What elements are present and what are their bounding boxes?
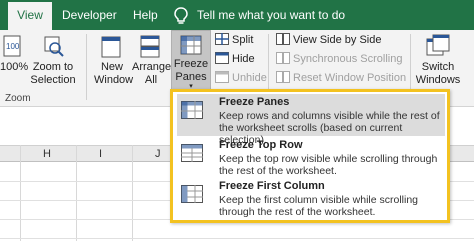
menu-item-title: Freeze Panes [219, 96, 290, 108]
zoom-group-label: Zoom [5, 93, 31, 104]
tab-help[interactable]: Help [125, 0, 166, 30]
tab-developer[interactable]: Developer [54, 0, 125, 30]
menu-item-freeze-first-column[interactable]: Freeze First Column Keep the first colum… [177, 178, 445, 220]
unhide-button: Unhide [215, 70, 267, 86]
new-window-icon [101, 36, 121, 58]
new-window-button[interactable]: New Window [94, 33, 133, 87]
reset-window-position-button: Reset Window Position [276, 70, 406, 86]
freeze-first-column-icon [181, 185, 203, 203]
freeze-panes-menu: Freeze Panes Keep rows and columns visib… [170, 89, 450, 223]
tab-view[interactable]: View [8, 2, 52, 30]
freeze-panes-icon [181, 101, 203, 119]
hide-icon [215, 52, 229, 64]
zoom-100-button[interactable]: 100 100% [0, 33, 28, 74]
hide-button[interactable]: Hide [215, 51, 255, 67]
tell-me-search[interactable]: Tell me what you want to do [197, 0, 345, 30]
grid-line [132, 145, 133, 241]
split-button[interactable]: Split [215, 32, 253, 48]
column-header-j[interactable]: J [155, 148, 161, 160]
synchronous-scrolling-button: Synchronous Scrolling [276, 51, 402, 67]
split-icon [215, 33, 229, 45]
freeze-top-row-icon [181, 144, 203, 162]
menu-item-description: Keep the first column visible while scro… [219, 194, 419, 218]
zoom-to-selection-icon [44, 36, 64, 57]
menu-item-title: Freeze Top Row [219, 139, 303, 151]
grid-line [0, 238, 474, 239]
side-by-side-icon [276, 33, 290, 45]
zoom-to-selection-button[interactable]: Zoom to Selection [30, 33, 76, 87]
menu-item-freeze-panes[interactable]: Freeze Panes Keep rows and columns visib… [177, 94, 445, 146]
grid-line [76, 145, 77, 241]
switch-windows-icon [426, 34, 450, 56]
freeze-panes-button[interactable]: Freeze Panes ▾ [171, 30, 211, 90]
sync-scroll-icon [276, 52, 290, 64]
lightbulb-icon [174, 7, 188, 24]
zoom-100-icon: 100 [3, 35, 21, 57]
menu-item-freeze-top-row[interactable]: Freeze Top Row Keep the top row visible … [177, 137, 445, 179]
freeze-panes-icon [180, 35, 202, 55]
arrange-all-button[interactable]: Arrange All [132, 33, 171, 87]
grid-line [20, 145, 21, 241]
svg-text:100: 100 [6, 42, 20, 51]
ribbon-separator [86, 34, 87, 100]
ribbon-tab-bar: View Developer Help Tell me what you wan… [0, 0, 474, 30]
view-side-by-side-button[interactable]: View Side by Side [276, 32, 381, 48]
arrange-all-icon [140, 35, 160, 58]
column-header-i[interactable]: I [99, 148, 102, 160]
reset-window-icon [276, 71, 290, 83]
menu-item-description: Keep the top row visible while scrolling… [219, 153, 438, 177]
column-header-h[interactable]: H [43, 148, 51, 160]
unhide-icon [215, 71, 229, 83]
menu-item-title: Freeze First Column [219, 180, 325, 192]
